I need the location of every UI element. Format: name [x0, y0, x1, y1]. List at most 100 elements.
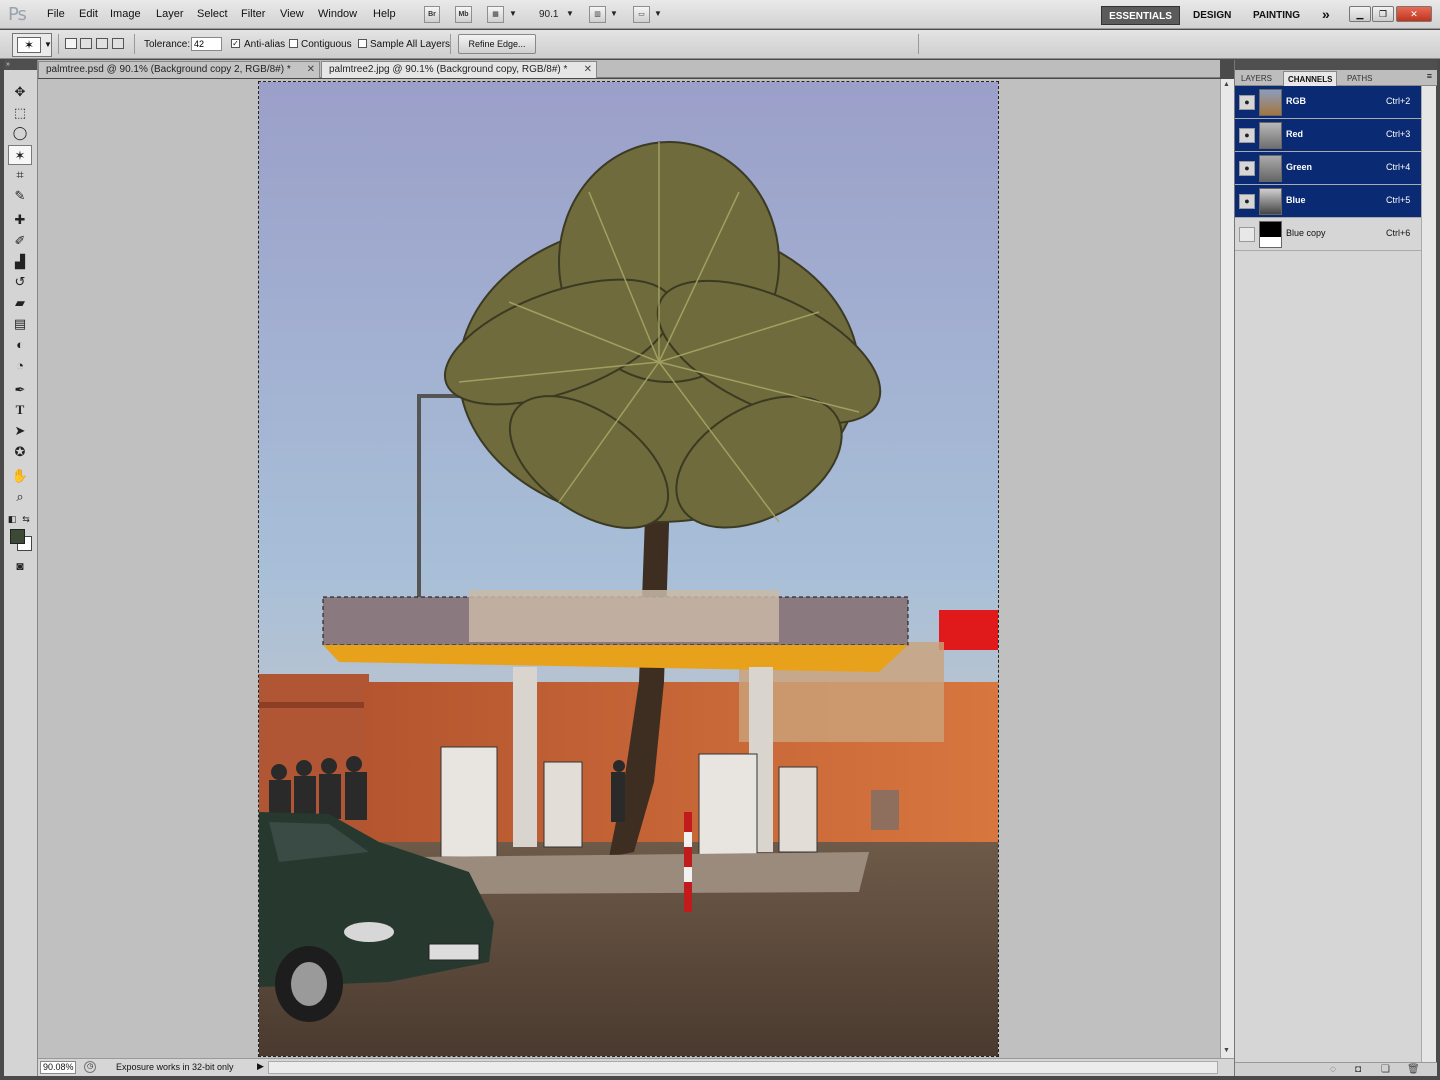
eye-icon[interactable]: ●	[1239, 128, 1255, 143]
panel-collapse-bar[interactable]	[1235, 60, 1437, 70]
tab-channels[interactable]: CHANNELS	[1283, 71, 1338, 86]
menu-help[interactable]: Help	[373, 8, 396, 20]
divider	[58, 34, 59, 54]
tab-paths[interactable]: PATHS	[1343, 71, 1376, 86]
document-tab-title: palmtree.psd @ 90.1% (Background copy 2,…	[46, 64, 291, 75]
lasso-tool-icon[interactable]: ◯	[8, 123, 32, 143]
menu-select[interactable]: Select	[197, 8, 228, 20]
channel-row-green[interactable]: ● Green Ctrl+4	[1235, 152, 1421, 185]
channel-thumbnail	[1259, 221, 1282, 248]
channel-thumbnail	[1259, 188, 1282, 215]
panel-menu-icon[interactable]: ≡	[1427, 71, 1432, 81]
tab-layers[interactable]: LAYERS	[1237, 71, 1276, 86]
sample-all-layers-checkbox[interactable]	[358, 39, 367, 48]
add-to-selection-icon[interactable]	[80, 38, 92, 49]
swap-colors-icon[interactable]: ⇆	[20, 509, 32, 529]
intersect-selection-icon[interactable]	[112, 38, 124, 49]
eye-icon[interactable]: ●	[1239, 161, 1255, 176]
status-menu-icon[interactable]: ▶	[257, 1061, 264, 1072]
save-selection-channel-icon[interactable]: ◘	[1355, 1064, 1361, 1075]
mini-bridge-button[interactable]: Mb	[455, 6, 472, 23]
tool-preset-picker[interactable]: ✶ ▼	[12, 33, 52, 57]
zoom-dropdown-icon[interactable]: ▼	[566, 9, 574, 18]
menu-file[interactable]: File	[47, 8, 65, 20]
channel-row-red[interactable]: ● Red Ctrl+3	[1235, 119, 1421, 152]
panel-vertical-scrollbar[interactable]	[1421, 86, 1436, 1062]
shape-tool-icon[interactable]: ✪	[8, 442, 32, 462]
path-selection-tool-icon[interactable]: ➤	[8, 421, 32, 441]
blur-tool-icon[interactable]: ◐	[8, 335, 32, 355]
document-image[interactable]	[258, 81, 999, 1057]
bridge-button[interactable]: Br	[424, 6, 440, 23]
foreground-color-swatch[interactable]	[10, 529, 25, 544]
delete-channel-icon[interactable]: 🗑	[1407, 1064, 1420, 1075]
eyedropper-tool-icon[interactable]: ✎	[8, 186, 32, 206]
status-info-icon[interactable]: ◷	[84, 1061, 96, 1073]
canvas-vertical-scrollbar[interactable]: ▲ ▼	[1220, 79, 1234, 1058]
marquee-tool-icon[interactable]: ⬚	[8, 103, 32, 123]
default-colors-icon[interactable]: ◧	[6, 509, 18, 529]
tolerance-input[interactable]	[191, 37, 222, 51]
channel-row-blue-copy[interactable]: Blue copy Ctrl+6	[1235, 218, 1421, 251]
menu-image[interactable]: Image	[110, 8, 141, 20]
view-extras-dropdown-icon[interactable]: ▼	[509, 9, 517, 18]
subtract-from-selection-icon[interactable]	[96, 38, 108, 49]
menu-window[interactable]: Window	[318, 8, 357, 20]
eye-icon[interactable]: ●	[1239, 194, 1255, 209]
move-tool-icon[interactable]: ✥	[8, 82, 32, 102]
contiguous-checkbox[interactable]	[289, 39, 298, 48]
menu-filter[interactable]: Filter	[241, 8, 265, 20]
channel-row-rgb[interactable]: ● RGB Ctrl+2	[1235, 86, 1421, 119]
minimize-icon[interactable]: ▁	[1349, 6, 1371, 22]
zoom-tool-icon[interactable]: ⌕	[8, 487, 32, 507]
tools-collapse-icon[interactable]: »	[4, 60, 37, 70]
canvas-horizontal-scrollbar[interactable]	[268, 1061, 1218, 1074]
workspace-painting[interactable]: PAINTING	[1247, 6, 1306, 25]
magic-wand-tool-icon[interactable]: ✶	[8, 145, 32, 165]
workspace-essentials[interactable]: ESSENTIALS	[1101, 6, 1180, 25]
eye-icon[interactable]: ●	[1239, 95, 1255, 110]
contiguous-label: Contiguous	[301, 39, 352, 50]
type-tool-icon[interactable]: T	[8, 400, 32, 420]
zoom-field[interactable]: 90.08%	[40, 1061, 76, 1074]
close-tab-icon[interactable]: ✕	[584, 62, 592, 78]
zoom-level-value[interactable]: 90.1	[539, 9, 558, 20]
screen-mode-button[interactable]: ▭	[633, 6, 650, 23]
document-tab-title: palmtree2.jpg @ 90.1% (Background copy, …	[329, 64, 568, 75]
refine-edge-button[interactable]: Refine Edge...	[458, 34, 536, 54]
scroll-up-icon[interactable]: ▲	[1223, 81, 1230, 88]
new-selection-icon[interactable]	[65, 38, 77, 49]
menu-view[interactable]: View	[280, 8, 304, 20]
new-channel-icon[interactable]: ❏	[1381, 1064, 1390, 1075]
hand-tool-icon[interactable]: ✋	[8, 466, 32, 486]
close-tab-icon[interactable]: ✕	[307, 62, 315, 78]
gradient-tool-icon[interactable]: ▤	[8, 314, 32, 334]
channel-name: Red	[1286, 129, 1304, 139]
document-tab-palmtree-psd[interactable]: palmtree.psd @ 90.1% (Background copy 2,…	[38, 61, 320, 78]
load-channel-selection-icon[interactable]: ◌	[1330, 1064, 1336, 1075]
quick-mask-icon[interactable]: ◙	[8, 556, 32, 576]
view-extras-button[interactable]: ▦	[487, 6, 504, 23]
arrange-documents-button[interactable]: ▥	[589, 6, 606, 23]
restore-icon[interactable]: ❐	[1372, 6, 1394, 22]
anti-alias-checkbox[interactable]: ✓	[231, 39, 240, 48]
menu-layer[interactable]: Layer	[156, 8, 184, 20]
clone-stamp-tool-icon[interactable]: ▟	[8, 252, 32, 272]
menu-edit[interactable]: Edit	[79, 8, 98, 20]
brush-tool-icon[interactable]: ✐	[8, 231, 32, 251]
more-workspaces-icon[interactable]: »	[1322, 6, 1330, 22]
pen-tool-icon[interactable]: ✒	[8, 380, 32, 400]
eraser-tool-icon[interactable]: ▰	[8, 293, 32, 313]
healing-brush-tool-icon[interactable]: ✚	[8, 210, 32, 230]
workspace-design[interactable]: DESIGN	[1187, 6, 1237, 25]
crop-tool-icon[interactable]: ⌗	[8, 165, 32, 185]
history-brush-tool-icon[interactable]: ↺	[8, 272, 32, 292]
screen-mode-dropdown-icon[interactable]: ▼	[654, 9, 662, 18]
dodge-tool-icon[interactable]: ◔	[8, 356, 32, 376]
visibility-toggle-empty[interactable]	[1239, 227, 1255, 242]
channel-row-blue[interactable]: ● Blue Ctrl+5	[1235, 185, 1421, 218]
document-tab-palmtree2-jpg[interactable]: palmtree2.jpg @ 90.1% (Background copy, …	[321, 61, 597, 78]
scroll-down-icon[interactable]: ▼	[1223, 1047, 1230, 1054]
close-icon[interactable]: ✕	[1396, 6, 1432, 22]
arrange-dropdown-icon[interactable]: ▼	[610, 9, 618, 18]
